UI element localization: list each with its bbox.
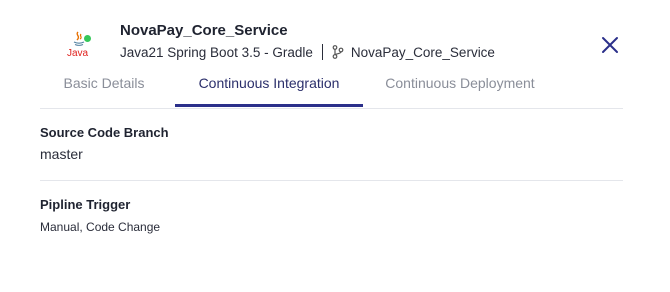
pipeline-trigger-label: Pipline Trigger xyxy=(40,197,131,212)
tab-basic-details[interactable]: Basic Details xyxy=(40,70,168,106)
close-icon xyxy=(602,37,618,53)
close-button[interactable] xyxy=(600,35,620,55)
tech-stack-label: Java21 Spring Boot 3.5 - Gradle xyxy=(120,44,313,60)
repository-name[interactable]: NovaPay_Core_Service xyxy=(351,45,495,60)
git-branch-icon xyxy=(332,45,344,59)
service-header: Java NovaPay_Core_Service Java21 Spring … xyxy=(0,0,670,109)
tab-continuous-deployment[interactable]: Continuous Deployment xyxy=(375,70,545,106)
tab-bar: Basic Details Continuous Integration Con… xyxy=(40,70,623,109)
pipeline-trigger-value: Manual, Code Change xyxy=(40,220,161,234)
source-branch-value: master xyxy=(40,146,83,162)
source-branch-label: Source Code Branch xyxy=(40,125,169,140)
section-divider xyxy=(40,180,623,181)
service-meta: Java21 Spring Boot 3.5 - Gradle NovaPay_… xyxy=(120,43,495,61)
java-logo-text: Java xyxy=(67,48,89,58)
status-indicator xyxy=(83,34,92,43)
tab-continuous-integration[interactable]: Continuous Integration xyxy=(175,70,363,107)
meta-divider xyxy=(321,44,323,60)
service-title: NovaPay_Core_Service xyxy=(120,22,288,39)
